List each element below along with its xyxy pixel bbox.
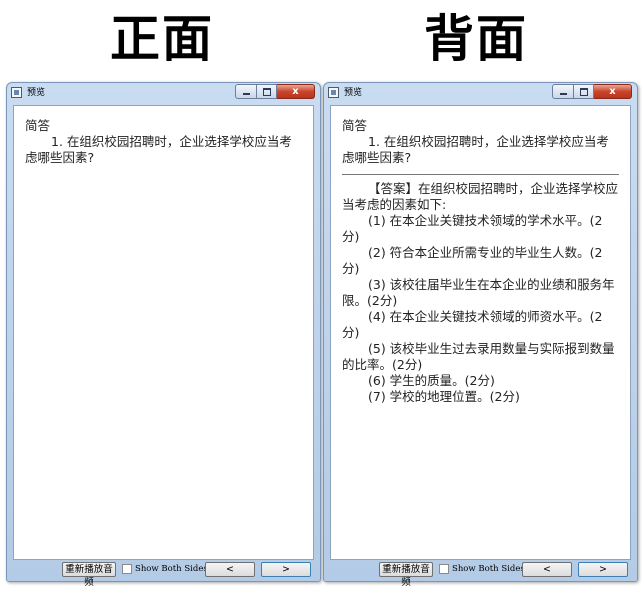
question-type: 简答 [25,118,51,133]
bottom-toolbar: 重新播放音频 Show Both Sides < > [324,562,637,588]
maximize-icon[interactable] [257,84,277,99]
minimize-icon[interactable] [235,84,257,99]
question-type: 简答 [342,118,368,133]
replay-audio-button[interactable]: 重新播放音频 [62,562,116,588]
card-content-area: 简答 1. 在组织校园招聘时，企业选择学校应当考虑哪些因素? 【答案】在组织校园… [330,105,631,560]
window-controls: x [552,84,632,100]
window-title: 预览 [27,88,46,98]
answer-item: (7) 学校的地理位置。(2分) [368,389,520,404]
app-icon [328,87,339,98]
back-heading: 背面 [424,9,528,68]
minimize-icon[interactable] [552,84,574,99]
titlebar[interactable]: 预览 x [324,83,637,104]
close-icon[interactable]: x [277,84,315,99]
answer-item: (1) 在本企业关键技术领域的学术水平。(2分) [342,213,603,244]
answer-intro: 【答案】在组织校园招聘时，企业选择学校应当考虑的因素如下: [342,181,619,212]
close-icon[interactable]: x [594,84,632,99]
next-button[interactable]: > [261,562,311,577]
prev-button[interactable]: < [205,562,255,577]
maximize-icon[interactable] [574,84,594,99]
question-text: 1. 在组织校园招聘时，企业选择学校应当考虑哪些因素? [25,134,292,165]
answer-item: (6) 学生的质量。(2分) [368,373,495,388]
next-button[interactable]: > [578,562,628,577]
answer-item: (2) 符合本企业所需专业的毕业生人数。(2分) [342,245,603,276]
replay-audio-button[interactable]: 重新播放音频 [379,562,433,588]
front-preview-window: 预览 x 简答 1. 在组织校园招聘时，企业选择学校应当考虑哪些因素? 重新播放… [6,82,321,588]
window-title: 预览 [344,88,363,98]
back-preview-window: 预览 x 简答 1. 在组织校园招聘时，企业选择学校应当考虑哪些因素? 【答案】… [323,82,638,588]
divider [342,174,619,175]
show-both-sides-checkbox[interactable] [439,564,449,574]
bottom-toolbar: 重新播放音频 Show Both Sides < > [7,562,320,588]
card-content-area: 简答 1. 在组织校园招聘时，企业选择学校应当考虑哪些因素? [13,105,314,560]
show-both-sides-checkbox[interactable] [122,564,132,574]
show-both-sides-label: Show Both Sides [135,564,208,574]
answer-item: (4) 在本企业关键技术领域的师资水平。(2分) [342,309,603,340]
front-heading: 正面 [110,9,214,68]
answer-item: (5) 该校毕业生过去录用数量与实际报到数量的比率。(2分) [342,341,615,372]
show-both-sides-label: Show Both Sides [452,564,525,574]
titlebar[interactable]: 预览 x [7,83,320,104]
answer-item: (3) 该校往届毕业生在本企业的业绩和服务年限。(2分) [342,277,615,308]
app-icon [11,87,22,98]
window-controls: x [235,84,315,100]
question-text: 1. 在组织校园招聘时，企业选择学校应当考虑哪些因素? [342,134,609,165]
prev-button[interactable]: < [522,562,572,577]
